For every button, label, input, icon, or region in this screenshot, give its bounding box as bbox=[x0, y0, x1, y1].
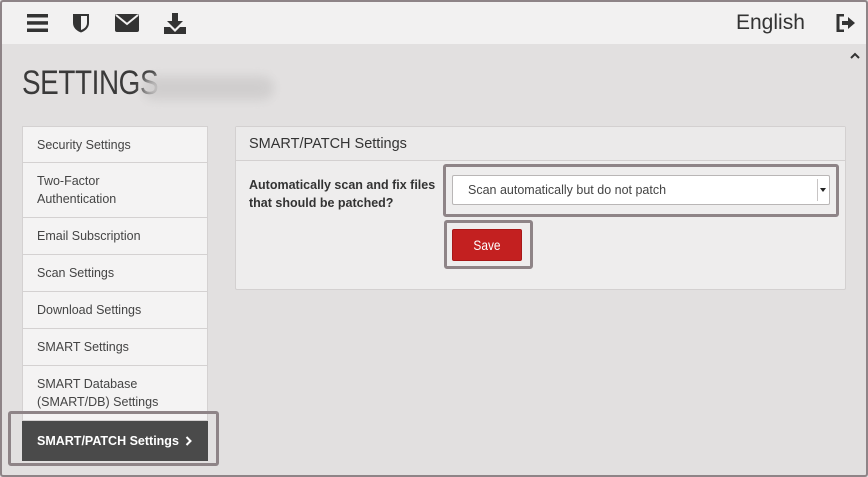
sidebar-item-label: Download Settings bbox=[37, 303, 142, 317]
sidebar-item-smart-patch-settings[interactable]: SMART/PATCH Settings bbox=[22, 421, 208, 461]
panel-title: SMART/PATCH Settings bbox=[236, 127, 845, 161]
top-navbar: English bbox=[2, 2, 866, 44]
sidebar-item-two-factor-authentication[interactable]: Two-Factor Authentication bbox=[22, 163, 208, 218]
redacted-username bbox=[142, 76, 274, 100]
sidebar-item-label: Two-Factor Authentication bbox=[37, 174, 117, 206]
shield-icon[interactable] bbox=[69, 12, 93, 34]
smart-patch-settings-panel: SMART/PATCH Settings Automatically scan … bbox=[235, 126, 846, 290]
sidebar-item-label: SMART/PATCH Settings bbox=[37, 433, 179, 448]
select-value: Scan automatically but do not patch bbox=[468, 183, 667, 197]
sidebar-item-label: SMART Settings bbox=[37, 340, 129, 354]
envelope-icon[interactable] bbox=[114, 12, 140, 34]
sidebar-item-smart-database-settings[interactable]: SMART Database (SMART/DB) Settings bbox=[22, 366, 208, 421]
auto-scan-question-label: Automatically scan and fix files that sh… bbox=[249, 178, 436, 210]
save-button-label: Save bbox=[473, 237, 501, 253]
language-selector[interactable]: English bbox=[736, 11, 805, 35]
sidebar-item-label: Scan Settings bbox=[37, 266, 115, 280]
save-button[interactable]: Save bbox=[452, 229, 522, 261]
chevron-right-icon bbox=[185, 435, 192, 446]
menu-icon[interactable] bbox=[25, 12, 49, 34]
sidebar-item-email-subscription[interactable]: Email Subscription bbox=[22, 218, 208, 255]
sidebar-item-security-settings[interactable]: Security Settings bbox=[22, 126, 208, 163]
sidebar-item-download-settings[interactable]: Download Settings bbox=[22, 292, 208, 329]
scroll-up-arrow[interactable] bbox=[845, 44, 864, 66]
sidebar-item-smart-settings[interactable]: SMART Settings bbox=[22, 329, 208, 366]
sidebar-item-scan-settings[interactable]: Scan Settings bbox=[22, 255, 208, 292]
settings-sidebar: Security Settings Two-Factor Authenticat… bbox=[22, 126, 208, 461]
auto-scan-patch-select[interactable]: Scan automatically but do not patch bbox=[452, 175, 830, 205]
sidebar-item-label: Security Settings bbox=[37, 137, 131, 152]
download-icon[interactable] bbox=[163, 12, 187, 34]
sign-out-icon[interactable] bbox=[834, 12, 858, 34]
caret-down-icon bbox=[817, 179, 827, 201]
sidebar-item-label: Email Subscription bbox=[37, 229, 141, 243]
sidebar-item-label: SMART Database (SMART/DB) Settings bbox=[37, 377, 159, 409]
page-title: SETTINGS bbox=[22, 64, 159, 102]
